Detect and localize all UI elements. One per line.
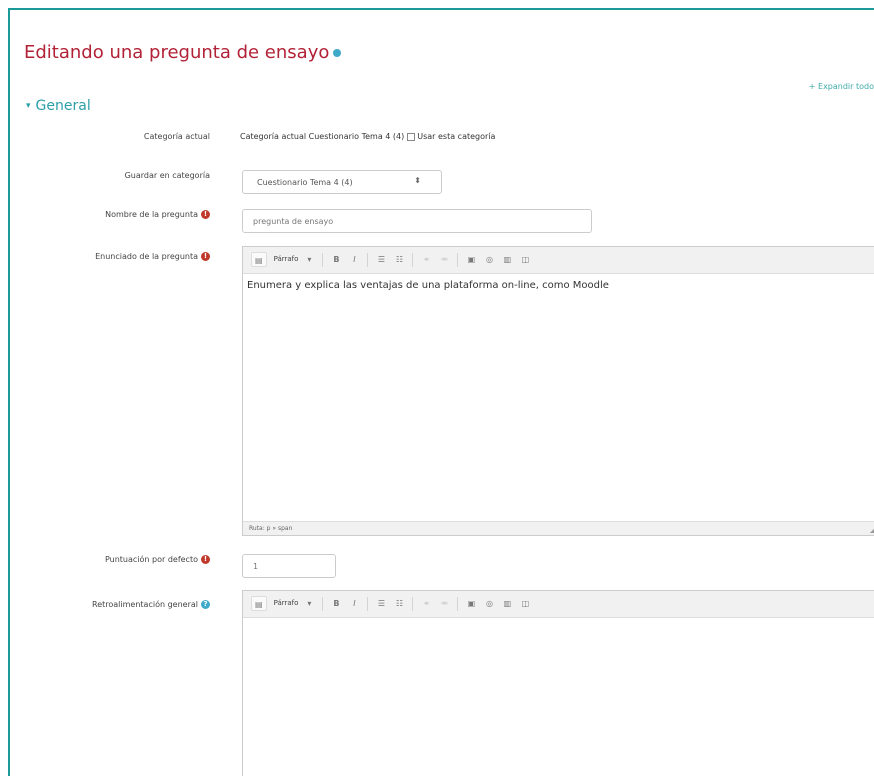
bold-icon[interactable]: B: [329, 252, 343, 267]
editor-toolbar: ▤ Párrafo ▾ B I ☰ ☷ ⚭ ⚮ ▣ ◎ ▥ ◫: [243, 247, 874, 274]
question-text-label-text: Enunciado de la pregunta: [95, 252, 198, 261]
required-icon: !: [201, 252, 210, 261]
bullet-list-icon[interactable]: ☰: [374, 596, 388, 611]
image-icon[interactable]: ▣: [464, 252, 478, 267]
toolbar-separator: [457, 596, 459, 611]
editor-statusbar: Ruta: p » span: [243, 521, 874, 535]
question-text-editor[interactable]: ▤ Párrafo ▾ B I ☰ ☷ ⚭ ⚮ ▣ ◎ ▥ ◫ Enumera y explica la…: [242, 246, 874, 536]
toolbar-separator: [367, 252, 369, 267]
chevron-down-icon: ▾: [26, 101, 31, 111]
question-text-label: Enunciado de la pregunta!: [95, 252, 210, 261]
unlink-icon[interactable]: ⚮: [437, 252, 451, 267]
chevron-down-icon[interactable]: ▾: [302, 252, 316, 267]
image-icon[interactable]: ▣: [464, 596, 478, 611]
default-mark-label-text: Puntuación por defecto: [104, 555, 198, 564]
default-mark-label: Puntuación por defecto!: [105, 555, 210, 564]
use-category-label: Usar esta categoría: [417, 132, 496, 141]
current-category-row: Categoría actual Cuestionario Tema 4 (4)…: [240, 132, 495, 141]
more-icon[interactable]: ◫: [518, 252, 532, 267]
unlink-icon[interactable]: ⚮: [437, 596, 451, 611]
editor-path: Ruta: p » span: [249, 525, 293, 532]
current-category-text: Categoría actual Cuestionario Tema 4 (4): [240, 132, 405, 141]
manage-files-icon[interactable]: ▥: [500, 252, 514, 267]
required-icon: !: [201, 555, 210, 564]
italic-icon[interactable]: I: [347, 252, 361, 267]
toolbar-separator: [367, 596, 369, 611]
link-icon[interactable]: ⚭: [419, 252, 433, 267]
toolbar-separator: [412, 596, 414, 611]
numbered-list-icon[interactable]: ☷: [392, 252, 406, 267]
bullet-list-icon[interactable]: ☰: [374, 252, 388, 267]
italic-icon[interactable]: I: [347, 596, 361, 611]
help-icon[interactable]: [333, 49, 342, 57]
page-title-text: Editando una pregunta de ensayo: [24, 42, 330, 63]
page-title: Editando una pregunta de ensayo: [24, 42, 342, 63]
expand-all-link[interactable]: + Expandir todo: [809, 82, 874, 91]
question-name-label-text: Nombre de la pregunta: [105, 210, 198, 219]
save-in-category-label-text: Guardar en categoría: [124, 171, 210, 180]
page-frame: Editando una pregunta de ensayo + Expand…: [8, 8, 874, 776]
toolbar-separator: [457, 252, 459, 267]
question-name-label: Nombre de la pregunta!: [105, 210, 210, 219]
toggle-toolbar-icon[interactable]: ▤: [251, 596, 267, 611]
link-icon[interactable]: ⚭: [419, 596, 433, 611]
toolbar-separator: [412, 252, 414, 267]
question-name-input[interactable]: pregunta de ensayo: [242, 209, 592, 233]
save-in-category-select[interactable]: Cuestionario Tema 4 (4) ⬍: [242, 170, 442, 194]
resize-handle-icon[interactable]: ◢: [870, 525, 874, 534]
question-text-content[interactable]: Enumera y explica las ventajas de una pl…: [243, 274, 874, 297]
media-icon[interactable]: ◎: [482, 596, 496, 611]
required-icon: !: [201, 210, 210, 219]
editor-toolbar: ▤ Párrafo ▾ B I ☰ ☷ ⚭ ⚮ ▣ ◎ ▥ ◫: [243, 591, 874, 618]
media-icon[interactable]: ◎: [482, 252, 496, 267]
toolbar-separator: [322, 596, 324, 611]
question-name-value: pregunta de ensayo: [253, 217, 334, 226]
default-mark-value: 1: [253, 562, 259, 571]
manage-files-icon[interactable]: ▥: [500, 596, 514, 611]
select-arrows-icon: ⬍: [414, 176, 421, 185]
section-general-label: General: [35, 98, 91, 114]
general-feedback-label-text: Retroalimentación general: [92, 600, 198, 609]
help-icon[interactable]: ?: [201, 600, 210, 609]
bold-icon[interactable]: B: [329, 596, 343, 611]
save-in-category-value: Cuestionario Tema 4 (4): [257, 178, 353, 187]
chevron-down-icon[interactable]: ▾: [302, 596, 316, 611]
general-feedback-label: Retroalimentación general?: [92, 600, 210, 609]
current-category-label: Categoría actual: [144, 132, 210, 141]
numbered-list-icon[interactable]: ☷: [392, 596, 406, 611]
general-feedback-editor[interactable]: ▤ Párrafo ▾ B I ☰ ☷ ⚭ ⚮ ▣ ◎ ▥ ◫: [242, 590, 874, 776]
default-mark-input[interactable]: 1: [242, 554, 336, 578]
current-category-label-text: Categoría actual: [143, 132, 210, 141]
section-general[interactable]: ▾ General: [26, 98, 91, 114]
use-category-checkbox[interactable]: [407, 132, 416, 141]
more-icon[interactable]: ◫: [518, 596, 532, 611]
general-feedback-content[interactable]: [243, 618, 874, 630]
toggle-toolbar-icon[interactable]: ▤: [251, 252, 267, 267]
toolbar-separator: [322, 252, 324, 267]
save-in-category-label: Guardar en categoría: [125, 171, 210, 180]
